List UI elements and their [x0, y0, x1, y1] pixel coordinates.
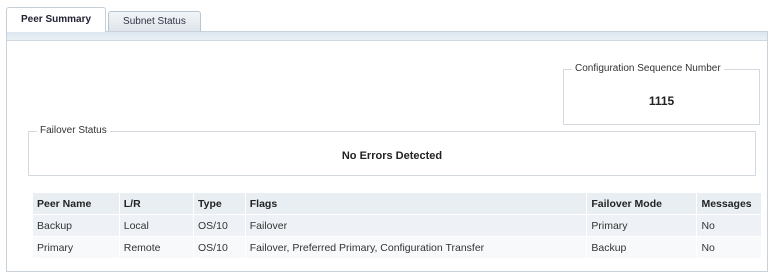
- cell-lr: Local: [118, 214, 195, 237]
- tab-strip: Peer Summary Subnet Status: [6, 6, 203, 32]
- panel-header-band: [7, 32, 767, 41]
- failover-status-message: No Errors Detected: [341, 150, 443, 162]
- peer-table: Peer Name L/R Type Flags Failover Mode M…: [32, 192, 762, 259]
- failover-status-legend: Failover Status: [37, 125, 110, 136]
- tab-subnet-status[interactable]: Subnet Status: [108, 11, 201, 32]
- config-sequence-legend: Configuration Sequence Number: [572, 63, 724, 74]
- column-header-lr[interactable]: L/R: [118, 192, 195, 215]
- cell-peer-name: Primary: [32, 236, 120, 259]
- table-row[interactable]: Primary Remote OS/10 Failover, Preferred…: [32, 236, 762, 259]
- cell-type: OS/10: [193, 236, 246, 259]
- config-sequence-group: Configuration Sequence Number 1115: [563, 63, 760, 125]
- column-header-type[interactable]: Type: [193, 192, 246, 215]
- failover-status-group: Failover Status No Errors Detected: [28, 125, 756, 176]
- cell-failover-mode: Backup: [586, 236, 698, 259]
- column-header-flags[interactable]: Flags: [244, 192, 588, 215]
- cell-flags: Failover, Preferred Primary, Configurati…: [244, 236, 588, 259]
- cell-lr: Remote: [118, 236, 195, 259]
- peer-summary-view: Peer Summary Subnet Status Configuration…: [0, 0, 774, 278]
- column-header-messages[interactable]: Messages: [696, 192, 762, 215]
- cell-peer-name: Backup: [32, 214, 120, 237]
- cell-type: OS/10: [193, 214, 246, 237]
- tab-peer-summary[interactable]: Peer Summary: [6, 7, 107, 32]
- cell-flags: Failover: [244, 214, 588, 237]
- cell-messages: No: [696, 236, 762, 259]
- column-header-peer-name[interactable]: Peer Name: [32, 192, 120, 215]
- cell-failover-mode: Primary: [586, 214, 698, 237]
- table-header-row: Peer Name L/R Type Flags Failover Mode M…: [32, 192, 762, 215]
- column-header-failover-mode[interactable]: Failover Mode: [586, 192, 698, 215]
- cell-messages: No: [696, 214, 762, 237]
- config-sequence-value: 1115: [648, 94, 675, 108]
- table-row[interactable]: Backup Local OS/10 Failover Primary No: [32, 214, 762, 237]
